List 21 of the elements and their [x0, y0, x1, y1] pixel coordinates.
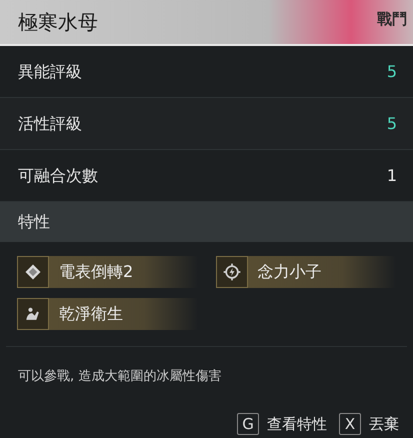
action-label: 丟棄 — [369, 414, 399, 435]
key-hint[interactable]: X — [339, 413, 361, 435]
trait-chip[interactable]: 電表倒轉2 — [17, 256, 198, 288]
stat-label: 異能評級 — [18, 60, 82, 82]
trait-label: 電表倒轉2 — [59, 261, 134, 283]
stat-value: 1 — [386, 164, 397, 186]
lightning-target-icon — [222, 262, 242, 282]
stat-value: 5 — [386, 112, 397, 134]
trait-label: 念力小子 — [258, 261, 322, 283]
key-hint[interactable]: G — [237, 413, 259, 435]
stat-label: 可融合次數 — [18, 164, 98, 186]
item-title: 極寒水母 — [18, 9, 98, 36]
stat-value: 5 — [386, 60, 397, 82]
trait-chip[interactable]: 乾淨衛生 — [17, 298, 198, 330]
diamond-icon — [23, 262, 43, 282]
trait-label: 乾淨衛生 — [59, 303, 123, 325]
section-title: 特性 — [18, 211, 50, 233]
stat-label: 活性評級 — [18, 112, 82, 134]
category-label: 戰鬥 — [377, 9, 407, 30]
action-label: 查看特性 — [267, 414, 327, 435]
description: 可以參戰, 造成大範圍的冰屬性傷害 — [18, 369, 222, 384]
